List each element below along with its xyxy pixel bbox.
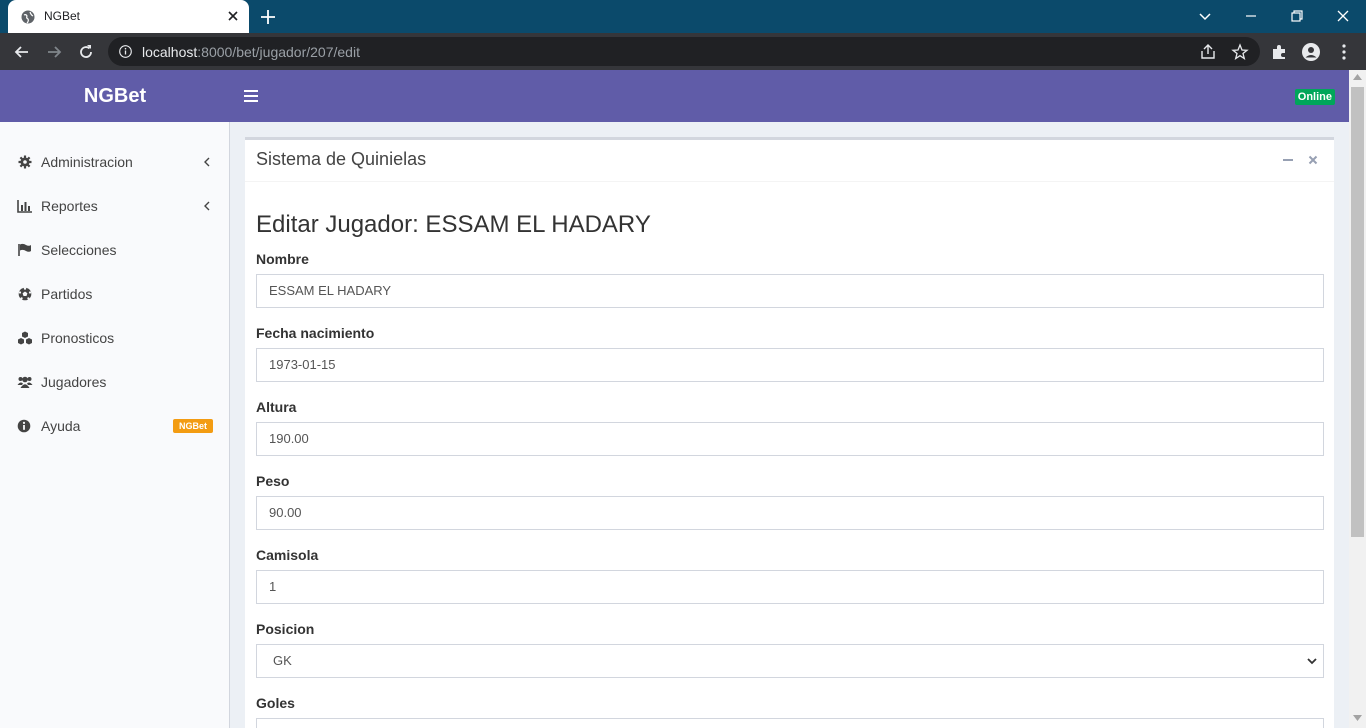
chevron-down-icon <box>1307 658 1317 665</box>
sidebar-item-label: Pronosticos <box>41 330 115 346</box>
site-info-icon[interactable] <box>119 45 132 58</box>
browser-menu-icon[interactable] <box>1334 42 1354 62</box>
form-heading: Editar Jugador: ESSAM EL HADARY <box>256 211 651 238</box>
close-box-icon[interactable] <box>1307 154 1319 166</box>
gear-icon <box>18 155 32 169</box>
altura-input[interactable]: 190.00 <box>256 422 1324 456</box>
altura-label: Altura <box>256 399 297 415</box>
fecha-nacimiento-label: Fecha nacimiento <box>256 325 375 341</box>
main-content: Sistema de Quinielas Editar Jugador: ESS… <box>230 122 1349 728</box>
url-path: :8000/bet/jugador/207/edit <box>197 44 360 60</box>
scrollbar-thumb[interactable] <box>1351 87 1364 537</box>
top-navbar: NGBet Online <box>0 70 1349 122</box>
camisola-input[interactable]: 1 <box>256 570 1324 604</box>
info-icon <box>17 419 31 433</box>
profile-avatar-icon[interactable] <box>1301 42 1321 62</box>
scroll-up-arrow-icon[interactable] <box>1353 74 1362 80</box>
sidebar-item-label: Partidos <box>41 286 93 302</box>
nombre-label: Nombre <box>256 251 309 267</box>
flag-icon <box>18 243 31 256</box>
app-logo[interactable]: NGBet <box>0 70 230 122</box>
url-host: localhost <box>142 44 198 60</box>
extensions-puzzle-icon[interactable] <box>1269 42 1289 62</box>
close-tab-icon[interactable] <box>225 8 241 24</box>
cubes-icon <box>18 331 32 345</box>
sidebar: Administracion Reportes Selecciones Part… <box>0 122 230 728</box>
sidebar-item-label: Selecciones <box>41 242 117 258</box>
back-arrow-icon[interactable] <box>12 42 32 62</box>
tab-title: NGBet <box>44 9 81 23</box>
bar-chart-icon <box>17 200 32 213</box>
sidebar-item-partidos[interactable]: Partidos <box>0 273 230 317</box>
sidebar-item-label: Ayuda <box>41 418 81 434</box>
sidebar-item-label: Jugadores <box>41 374 107 390</box>
online-status-badge: Online <box>1294 89 1335 105</box>
browser-tab-strip: NGBet <box>0 0 1366 33</box>
sidebar-toggle-icon[interactable] <box>244 90 258 102</box>
fecha-nacimiento-input[interactable]: 1973-01-15 <box>256 348 1324 382</box>
sidebar-item-ayuda[interactable]: Ayuda NGBet <box>0 405 230 449</box>
browser-tab[interactable]: NGBet <box>8 0 249 33</box>
sidebar-item-jugadores[interactable]: Jugadores <box>0 361 230 405</box>
box-title: Sistema de Quinielas <box>256 149 427 169</box>
sidebar-item-reportes[interactable]: Reportes <box>0 185 230 229</box>
users-icon <box>17 376 33 388</box>
posicion-select[interactable]: GK <box>256 644 1324 678</box>
ngbet-badge: NGBet <box>173 419 214 433</box>
camisola-label: Camisola <box>256 547 319 563</box>
page-scrollbar[interactable] <box>1349 70 1366 728</box>
forward-arrow-icon[interactable] <box>44 42 64 62</box>
reload-icon[interactable] <box>76 42 96 62</box>
sidebar-item-label: Reportes <box>41 198 98 214</box>
page: NGBet Online Administracion Reportes Sel… <box>0 70 1366 728</box>
close-window-icon[interactable] <box>1333 6 1353 26</box>
chevron-left-icon <box>204 201 210 211</box>
minimize-icon[interactable] <box>1241 6 1261 26</box>
nombre-input[interactable]: ESSAM EL HADARY <box>256 274 1324 308</box>
peso-input[interactable]: 90.00 <box>256 496 1324 530</box>
peso-label: Peso <box>256 473 290 489</box>
soccer-ball-icon <box>18 287 32 301</box>
address-bar[interactable]: localhost:8000/bet/jugador/207/edit <box>108 37 1260 66</box>
goles-label: Goles <box>256 695 295 711</box>
new-tab-icon[interactable] <box>259 8 277 26</box>
tab-search-chevron-icon[interactable] <box>1195 6 1215 26</box>
posicion-label: Posicion <box>256 621 315 637</box>
chevron-left-icon <box>204 157 210 167</box>
posicion-selected-value: GK <box>273 653 292 668</box>
browser-toolbar: localhost:8000/bet/jugador/207/edit <box>0 33 1366 70</box>
restore-icon[interactable] <box>1287 6 1307 26</box>
bookmark-star-icon[interactable] <box>1231 43 1249 61</box>
share-icon[interactable] <box>1199 43 1217 61</box>
sidebar-item-label: Administracion <box>41 154 133 170</box>
sidebar-item-administracion[interactable]: Administracion <box>0 141 230 185</box>
url-text: localhost:8000/bet/jugador/207/edit <box>142 44 360 60</box>
content-box: Sistema de Quinielas Editar Jugador: ESS… <box>245 137 1334 728</box>
sidebar-item-selecciones[interactable]: Selecciones <box>0 229 230 273</box>
scroll-down-arrow-icon[interactable] <box>1353 715 1362 721</box>
sidebar-item-pronosticos[interactable]: Pronosticos <box>0 317 230 361</box>
goles-input[interactable] <box>256 718 1324 728</box>
globe-icon <box>21 10 35 24</box>
minimize-box-icon[interactable] <box>1282 154 1294 166</box>
box-header: Sistema de Quinielas <box>245 140 1334 182</box>
